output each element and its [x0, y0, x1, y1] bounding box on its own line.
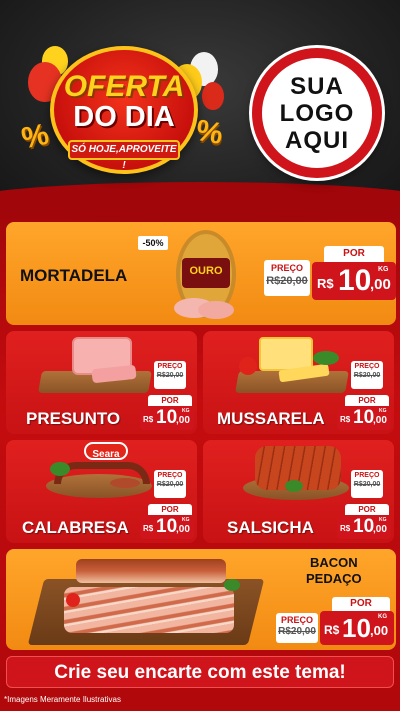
product-name: SALSICHA	[227, 518, 314, 537]
price-cents: ,00	[176, 415, 190, 426]
new-price-label: POR	[332, 597, 390, 611]
sausage-slices	[110, 478, 140, 488]
old-price-label: PREÇO	[270, 263, 303, 273]
old-price-value: R$20,00	[278, 626, 316, 637]
price-unit: KG	[378, 266, 389, 273]
badge-tagline: SÓ HOJE,APROVEITE !	[68, 140, 180, 171]
percent-icon: %	[18, 117, 52, 156]
mortadela-slice	[198, 301, 234, 319]
balloon-icon	[202, 82, 224, 110]
price-currency: R$	[143, 524, 154, 533]
new-price-box: R$ 10 ,00 KG	[140, 515, 194, 539]
new-price-label: POR	[345, 504, 389, 515]
old-price-box: PREÇO R$20,00	[264, 260, 310, 296]
herb-image	[224, 579, 240, 591]
herb-image	[50, 462, 70, 476]
badge-title: OFERTA	[63, 70, 185, 103]
product-name: PRESUNTO	[26, 409, 121, 428]
tomato-image	[239, 357, 257, 375]
price-integer: 10	[338, 264, 372, 297]
old-price-value: R$20,00	[353, 372, 381, 379]
product-name-line1: BACON	[310, 555, 358, 570]
old-price-box: PREÇO R$20,00	[351, 361, 383, 389]
discount-badge: -50%	[138, 236, 168, 250]
product-card-presunto[interactable]: PRESUNTO PREÇO R$20,00 POR R$ 10 ,00 KG	[6, 331, 197, 434]
logo-line: LOGO	[279, 99, 355, 127]
product-name: CALABRESA	[22, 518, 129, 537]
old-price-label: PREÇO	[354, 472, 380, 479]
price-currency: R$	[340, 524, 351, 533]
footnote: *Imagens Meramente Ilustrativas	[4, 695, 121, 704]
new-price-box: R$ 10 ,00 KG	[320, 611, 394, 645]
new-price-label: POR	[345, 395, 389, 406]
old-price-value: R$20,00	[266, 275, 308, 287]
old-price-label: PREÇO	[157, 472, 183, 479]
oferta-do-dia-badge: % % OFERTA DO DIA SÓ HOJE,APROVEITE !	[18, 42, 226, 177]
old-price-value: R$20,00	[353, 481, 381, 488]
new-price-label: POR	[148, 504, 192, 515]
price-cents: ,00	[370, 623, 389, 638]
new-price-box: R$ 10 ,00 KG	[140, 406, 194, 430]
product-name: MORTADELA	[20, 266, 128, 285]
price-cents: ,00	[176, 524, 190, 535]
price-cents: ,00	[373, 415, 387, 426]
price-currency: R$	[324, 623, 340, 637]
herb-image	[285, 480, 303, 492]
product-card-calabresa[interactable]: Seara CALABRESA PREÇO R$20,00 POR R$ 10 …	[6, 440, 197, 543]
price-currency: R$	[317, 276, 334, 291]
old-price-box: PREÇO R$20,00	[276, 613, 318, 643]
logo-line: AQUI	[285, 126, 349, 154]
product-card-mortadela[interactable]: MORTADELA OURO PREÇO R$20,00 POR R$ 10 ,…	[6, 222, 396, 325]
price-unit: KG	[182, 408, 190, 414]
new-price-box: R$ 10 ,00 KG	[337, 515, 391, 539]
price-unit: KG	[182, 517, 190, 523]
old-price-label: PREÇO	[157, 363, 183, 370]
price-unit: KG	[379, 408, 387, 414]
tomato-image	[66, 593, 80, 607]
old-price-box: PREÇO R$20,00	[351, 470, 383, 498]
new-price-label: POR	[324, 246, 384, 262]
price-integer: 10	[353, 407, 375, 428]
herb-image	[313, 351, 339, 365]
price-unit: KG	[379, 517, 387, 523]
price-currency: R$	[143, 415, 154, 424]
price-integer: 10	[156, 516, 178, 537]
old-price-box: PREÇO R$20,00	[154, 361, 186, 389]
product-card-mussarela[interactable]: MUSSARELA PREÇO R$20,00 POR R$ 10 ,00 KG	[203, 331, 394, 434]
price-integer: 10	[353, 516, 375, 537]
product-card-bacon[interactable]: BACON PEDAÇO PREÇO R$20,00 POR R$ 10 ,00…	[6, 549, 396, 650]
price-integer: 10	[342, 613, 371, 643]
brand-label: OURO	[189, 265, 223, 277]
logo-line: SUA	[290, 72, 344, 100]
price-cents: ,00	[373, 524, 387, 535]
old-price-box: PREÇO R$20,00	[154, 470, 186, 498]
old-price-value: R$20,00	[156, 372, 184, 379]
old-price-label: PREÇO	[280, 615, 313, 625]
product-card-salsicha[interactable]: SALSICHA PREÇO R$20,00 POR R$ 10 ,00 KG	[203, 440, 394, 543]
brand-label: Seara	[92, 449, 120, 460]
product-name-line2: PEDAÇO	[306, 571, 362, 586]
price-currency: R$	[340, 415, 351, 424]
new-price-label: POR	[148, 395, 192, 406]
price-cents: ,00	[370, 276, 391, 293]
cta-banner[interactable]: Crie seu encarte com este tema!	[6, 656, 394, 688]
brand-logo: Seara	[84, 442, 128, 460]
bacon-image	[76, 559, 226, 583]
logo-placeholder[interactable]: SUA LOGO AQUI	[252, 48, 382, 178]
price-unit: KG	[378, 614, 387, 620]
percent-icon: %	[193, 113, 226, 152]
new-price-box: R$ 10 ,00 KG	[312, 262, 396, 300]
new-price-box: R$ 10 ,00 KG	[337, 406, 391, 430]
product-name: MUSSARELA	[217, 409, 325, 428]
badge-subtitle: DO DIA	[73, 101, 175, 133]
bacon-slices	[64, 587, 234, 633]
old-price-label: PREÇO	[354, 363, 380, 370]
price-integer: 10	[156, 407, 178, 428]
old-price-value: R$20,00	[156, 481, 184, 488]
